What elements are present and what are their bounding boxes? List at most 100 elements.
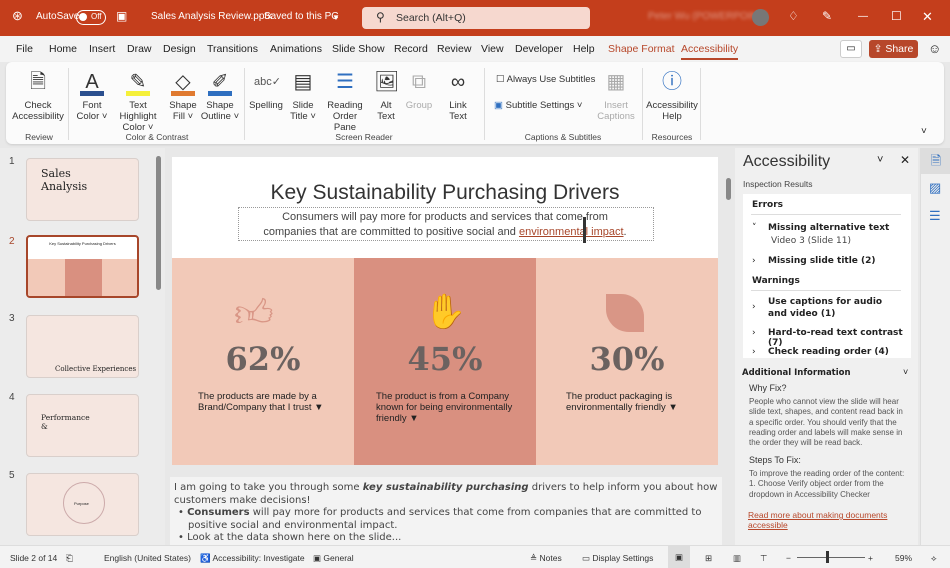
warning-text-contrast[interactable]: Hard-to-read text contrast (7): [768, 328, 911, 348]
avatar[interactable]: [752, 9, 769, 26]
save-icon[interactable]: ▣: [116, 9, 127, 23]
normal-view-icon[interactable]: ▣: [668, 546, 690, 568]
slide-sorter-icon[interactable]: ⊞: [705, 553, 712, 564]
display-settings-button[interactable]: ▭ Display Settings: [582, 553, 653, 564]
chevron-down-icon[interactable]: ▼: [332, 13, 340, 22]
feedback-smiley-icon[interactable]: ☺: [928, 41, 941, 56]
sensitivity-status[interactable]: ▣ General: [313, 553, 354, 564]
accessibility-pane-icon[interactable]: 🗎: [921, 148, 950, 174]
reading-order-pane-icon[interactable]: ☰: [929, 208, 941, 224]
pen-icon[interactable]: ✎: [822, 9, 832, 23]
chevron-right-icon[interactable]: ›: [752, 256, 756, 266]
file-title[interactable]: Sales Analysis Review.pptx: [151, 11, 272, 22]
stat-panel[interactable]: 30% The product packaging is environment…: [536, 258, 718, 465]
error-missing-alt-text[interactable]: Missing alternative text: [768, 223, 889, 233]
chevron-right-icon[interactable]: ›: [752, 328, 756, 338]
notes-check-icon[interactable]: ⎗: [66, 553, 73, 564]
slide-scrollbar[interactable]: [726, 178, 731, 200]
error-missing-slide-title[interactable]: Missing slide title (2): [768, 256, 876, 266]
link-text-button[interactable]: ∞ Link Text: [444, 68, 472, 122]
accessibility-help-button[interactable]: ⓘ Accessibility Help: [646, 68, 698, 122]
slide-title[interactable]: Key Sustainability Purchasing Drivers: [172, 181, 718, 205]
tab-draw[interactable]: Draw: [127, 43, 152, 55]
slide-thumbnail[interactable]: Collective Experiences: [26, 315, 139, 378]
tab-accessibility[interactable]: Accessibility: [681, 43, 739, 60]
tab-design[interactable]: Design: [163, 43, 196, 55]
zoom-in-icon[interactable]: +: [868, 553, 873, 563]
zoom-slider-thumb[interactable]: [826, 551, 829, 563]
maximize-icon[interactable]: ☐: [891, 9, 902, 23]
group-label-screen-reader: Screen Reader: [335, 132, 393, 142]
zoom-out-icon[interactable]: −: [786, 553, 791, 563]
warning-captions[interactable]: Use captions for audio and video (1): [768, 297, 903, 320]
alt-text-button[interactable]: 🖼 Alt Text: [372, 68, 400, 122]
tab-record[interactable]: Record: [394, 43, 428, 55]
share-button[interactable]: ⇪ Share: [869, 40, 918, 58]
autosave-toggle[interactable]: Off: [76, 10, 106, 25]
comments-icon[interactable]: ▭: [840, 40, 862, 58]
slide-show-icon[interactable]: ⊤: [760, 553, 767, 564]
pane-title: Accessibility: [743, 153, 831, 170]
tab-shape-format[interactable]: Shape Format: [608, 43, 675, 55]
chevron-down-icon[interactable]: ˅: [752, 223, 757, 233]
reading-view-icon[interactable]: ▥: [733, 553, 741, 564]
chevron-down-icon[interactable]: ˅: [903, 367, 908, 377]
slide-subtitle[interactable]: Consumers will pay more for products and…: [172, 210, 718, 240]
speaker-notes[interactable]: I am going to take you through some key …: [170, 477, 722, 545]
insert-captions-button[interactable]: ▦ Insert Captions: [596, 68, 636, 122]
read-more-link[interactable]: Read more about making documents accessi…: [748, 510, 908, 531]
tab-insert[interactable]: Insert: [89, 43, 115, 55]
minimize-icon[interactable]: —: [858, 11, 868, 22]
reading-order-pane-button[interactable]: ☰ Reading Order Pane: [322, 68, 368, 133]
always-use-subtitles-checkbox[interactable]: ☐ Always Use Subtitles: [496, 74, 595, 85]
slide-thumbnail[interactable]: Purpose: [26, 473, 139, 536]
subtitle-settings-button[interactable]: ▣ Subtitle Settings ˅: [494, 100, 582, 111]
tab-help[interactable]: Help: [573, 43, 595, 55]
pane-close-icon[interactable]: ✕: [900, 153, 910, 167]
save-state[interactable]: Saved to this PC: [264, 11, 338, 22]
notes-button[interactable]: ≜ Notes: [530, 553, 562, 564]
stat-panel[interactable]: ✋ 45% The product is from a Company know…: [354, 258, 536, 465]
text-highlight-button[interactable]: ✎ Text Highlight Color ˅: [110, 68, 166, 133]
font-color-button[interactable]: A Font Color ˅: [74, 68, 110, 122]
shape-outline-button[interactable]: ✐ Shape Outline ˅: [200, 68, 240, 122]
close-icon[interactable]: ✕: [922, 9, 933, 25]
additional-information-header[interactable]: Additional Information: [742, 368, 851, 378]
slide-counter: Slide 2 of 14: [10, 553, 58, 563]
user-name[interactable]: Peter Wu (POWERPOINT): [648, 11, 767, 22]
tab-view[interactable]: View: [481, 43, 504, 55]
alt-text-pane-icon[interactable]: ▨: [929, 180, 941, 196]
fit-to-window-icon[interactable]: ⟡: [931, 553, 937, 564]
thumbnails-scrollbar[interactable]: [156, 156, 161, 290]
zoom-slider[interactable]: [797, 557, 865, 558]
warning-reading-order[interactable]: Check reading order (4): [768, 347, 889, 357]
chevron-right-icon[interactable]: ›: [752, 302, 756, 312]
error-item-video-3[interactable]: Video 3 (Slide 11): [771, 236, 851, 246]
hand-plant-icon: ✋: [424, 293, 467, 331]
accessibility-status[interactable]: ♿ Accessibility: Investigate: [200, 553, 305, 564]
tab-home[interactable]: Home: [49, 43, 77, 55]
language-status[interactable]: English (United States): [104, 553, 191, 563]
zoom-level[interactable]: 59%: [895, 553, 912, 563]
slide-thumbnail[interactable]: Sales Analysis: [26, 158, 139, 221]
tab-review[interactable]: Review: [437, 43, 471, 55]
spelling-button[interactable]: abc✓ Spelling: [248, 68, 284, 111]
slide-title-button[interactable]: ▤ Slide Title ˅: [288, 68, 318, 122]
tab-slide-show[interactable]: Slide Show: [332, 43, 385, 55]
pane-options-chevron-icon[interactable]: ˅: [877, 154, 883, 166]
ribbon-tabs: File Home Insert Draw Design Transitions…: [0, 36, 950, 62]
shape-fill-button[interactable]: ◇ Shape Fill ˅: [166, 68, 200, 122]
slide-thumbnail-selected[interactable]: Key Sustainability Purchasing Drivers: [26, 235, 139, 298]
stat-panel[interactable]: 👍︎ 62% The products are made by a Brand/…: [172, 258, 354, 465]
slide-thumbnail[interactable]: Performance &: [26, 394, 139, 457]
tab-transitions[interactable]: Transitions: [207, 43, 258, 55]
diamond-icon[interactable]: ♢: [788, 9, 799, 23]
tab-file[interactable]: File: [16, 43, 33, 55]
check-accessibility-button[interactable]: 🗎 Check Accessibility: [12, 68, 64, 122]
group-button[interactable]: ⧉ Group: [404, 68, 434, 111]
chevron-right-icon[interactable]: ›: [752, 347, 756, 357]
tab-developer[interactable]: Developer: [515, 43, 563, 55]
search-input[interactable]: ⚲ Search (Alt+Q): [362, 7, 590, 29]
collapse-ribbon-icon[interactable]: ˅: [921, 126, 927, 137]
tab-animations[interactable]: Animations: [270, 43, 322, 55]
